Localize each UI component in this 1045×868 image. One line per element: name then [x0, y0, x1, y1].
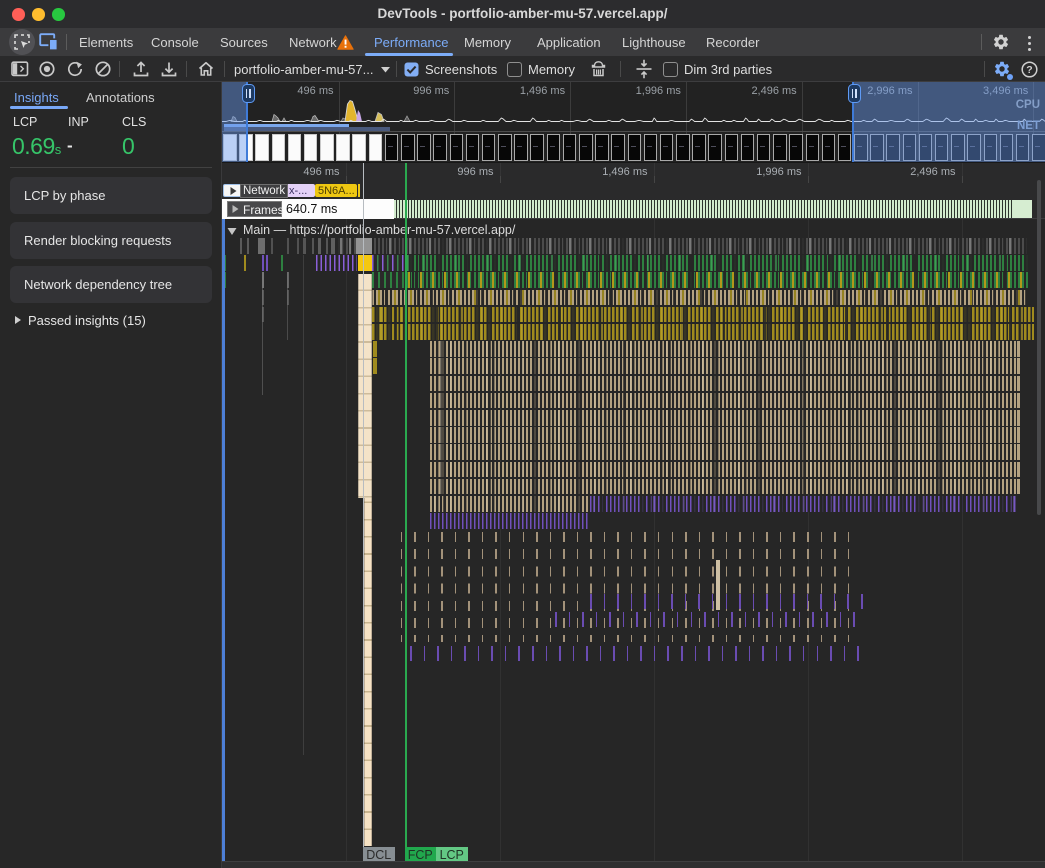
svg-text:?: ?: [1026, 64, 1032, 76]
